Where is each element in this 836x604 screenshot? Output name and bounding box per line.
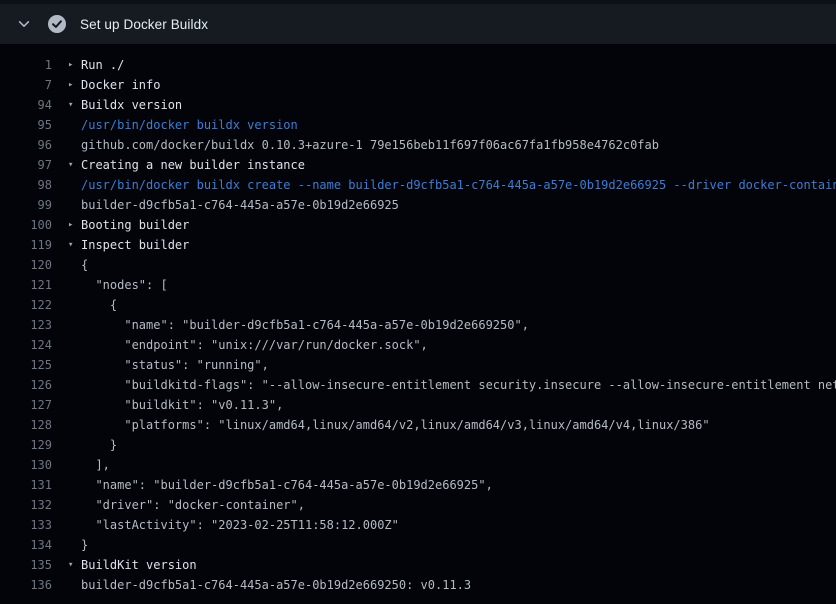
- log-text: "driver": "docker-container",: [81, 495, 305, 515]
- line-number[interactable]: 121: [0, 275, 52, 295]
- log-viewer: 1 ▸Run ./ 7 ▸Docker info 94 ▾Buildx vers…: [0, 44, 836, 595]
- log-output-line: 122 {: [0, 295, 836, 315]
- triangle-right-icon: ▸: [68, 55, 81, 75]
- log-text: "nodes": [: [81, 275, 168, 295]
- step-header[interactable]: Set up Docker Buildx: [0, 4, 836, 44]
- log-output-line: 136 builder-d9cfb5a1-c764-445a-a57e-0b19…: [0, 575, 836, 595]
- log-text: /usr/bin/docker buildx create --name bui…: [81, 175, 836, 195]
- line-number[interactable]: 122: [0, 295, 52, 315]
- log-command-line: 95 /usr/bin/docker buildx version: [0, 115, 836, 135]
- line-number[interactable]: 100: [0, 215, 52, 235]
- log-text: BuildKit version: [81, 555, 197, 575]
- line-number[interactable]: 133: [0, 515, 52, 535]
- log-text: Docker info: [81, 75, 160, 95]
- triangle-down-icon: ▾: [68, 155, 81, 175]
- log-group-line[interactable]: 1 ▸Run ./: [0, 55, 836, 75]
- triangle-right-icon: ▸: [68, 215, 81, 235]
- log-output-line: 129 }: [0, 435, 836, 455]
- log-text: Buildx version: [81, 95, 182, 115]
- line-number[interactable]: 134: [0, 535, 52, 555]
- log-text: "platforms": "linux/amd64,linux/amd64/v2…: [81, 415, 710, 435]
- log-text: /usr/bin/docker buildx version: [81, 115, 298, 135]
- log-output-line: 126 "buildkitd-flags": "--allow-insecure…: [0, 375, 836, 395]
- log-text: Creating a new builder instance: [81, 155, 305, 175]
- log-output-line: 127 "buildkit": "v0.11.3",: [0, 395, 836, 415]
- line-number[interactable]: 97: [0, 155, 52, 175]
- log-text: "name": "builder-d9cfb5a1-c764-445a-a57e…: [81, 475, 493, 495]
- log-group-line[interactable]: 97 ▾Creating a new builder instance: [0, 155, 836, 175]
- log-output-line: 99 builder-d9cfb5a1-c764-445a-a57e-0b19d…: [0, 195, 836, 215]
- chevron-down-icon[interactable]: [16, 16, 32, 32]
- log-group-line[interactable]: 119 ▾Inspect builder: [0, 235, 836, 255]
- line-number[interactable]: 129: [0, 435, 52, 455]
- log-output-line: 130 ],: [0, 455, 836, 475]
- log-text: "endpoint": "unix:///var/run/docker.sock…: [81, 335, 428, 355]
- line-number[interactable]: 7: [0, 75, 52, 95]
- triangle-down-icon: ▾: [68, 235, 81, 255]
- log-text: {: [81, 255, 88, 275]
- log-output-line: 123 "name": "builder-d9cfb5a1-c764-445a-…: [0, 315, 836, 335]
- log-text: {: [81, 295, 117, 315]
- log-group-line[interactable]: 100 ▸Booting builder: [0, 215, 836, 235]
- log-text: ],: [81, 455, 110, 475]
- log-text: Booting builder: [81, 215, 189, 235]
- line-number[interactable]: 135: [0, 555, 52, 575]
- log-output-line: 124 "endpoint": "unix:///var/run/docker.…: [0, 335, 836, 355]
- log-text: "buildkit": "v0.11.3",: [81, 395, 283, 415]
- log-text: }: [81, 435, 117, 455]
- log-text: "lastActivity": "2023-02-25T11:58:12.000…: [81, 515, 399, 535]
- line-number[interactable]: 98: [0, 175, 52, 195]
- line-number[interactable]: 123: [0, 315, 52, 335]
- log-text: "buildkitd-flags": "--allow-insecure-ent…: [81, 375, 836, 395]
- log-output-line: 131 "name": "builder-d9cfb5a1-c764-445a-…: [0, 475, 836, 495]
- log-command-line: 98 /usr/bin/docker buildx create --name …: [0, 175, 836, 195]
- check-circle-icon: [48, 15, 66, 33]
- triangle-down-icon: ▾: [68, 95, 81, 115]
- log-text: Run ./: [81, 55, 124, 75]
- log-text: builder-d9cfb5a1-c764-445a-a57e-0b19d2e6…: [81, 195, 399, 215]
- log-group-line[interactable]: 135 ▾BuildKit version: [0, 555, 836, 575]
- step-title: Set up Docker Buildx: [80, 17, 208, 32]
- log-text: "status": "running",: [81, 355, 269, 375]
- triangle-right-icon: ▸: [68, 75, 81, 95]
- line-number[interactable]: 120: [0, 255, 52, 275]
- line-number[interactable]: 119: [0, 235, 52, 255]
- log-text: }: [81, 535, 88, 555]
- log-text: builder-d9cfb5a1-c764-445a-a57e-0b19d2e6…: [81, 575, 471, 595]
- log-output-line: 121 "nodes": [: [0, 275, 836, 295]
- line-number[interactable]: 95: [0, 115, 52, 135]
- triangle-down-icon: ▾: [68, 555, 81, 575]
- line-number[interactable]: 1: [0, 55, 52, 75]
- log-output-line: 134 }: [0, 535, 836, 555]
- line-number[interactable]: 99: [0, 195, 52, 215]
- line-number[interactable]: 127: [0, 395, 52, 415]
- log-group-line[interactable]: 7 ▸Docker info: [0, 75, 836, 95]
- line-number[interactable]: 96: [0, 135, 52, 155]
- log-output-line: 128 "platforms": "linux/amd64,linux/amd6…: [0, 415, 836, 435]
- log-output-line: 120 {: [0, 255, 836, 275]
- line-number[interactable]: 136: [0, 575, 52, 595]
- line-number[interactable]: 124: [0, 335, 52, 355]
- log-text: Inspect builder: [81, 235, 189, 255]
- log-text: "name": "builder-d9cfb5a1-c764-445a-a57e…: [81, 315, 529, 335]
- line-number[interactable]: 131: [0, 475, 52, 495]
- log-output-line: 132 "driver": "docker-container",: [0, 495, 836, 515]
- log-group-line[interactable]: 94 ▾Buildx version: [0, 95, 836, 115]
- log-text: github.com/docker/buildx 0.10.3+azure-1 …: [81, 135, 659, 155]
- log-output-line: 125 "status": "running",: [0, 355, 836, 375]
- log-output-line: 96 github.com/docker/buildx 0.10.3+azure…: [0, 135, 836, 155]
- line-number[interactable]: 126: [0, 375, 52, 395]
- line-number[interactable]: 94: [0, 95, 52, 115]
- line-number[interactable]: 128: [0, 415, 52, 435]
- line-number[interactable]: 125: [0, 355, 52, 375]
- line-number[interactable]: 130: [0, 455, 52, 475]
- log-output-line: 133 "lastActivity": "2023-02-25T11:58:12…: [0, 515, 836, 535]
- line-number[interactable]: 132: [0, 495, 52, 515]
